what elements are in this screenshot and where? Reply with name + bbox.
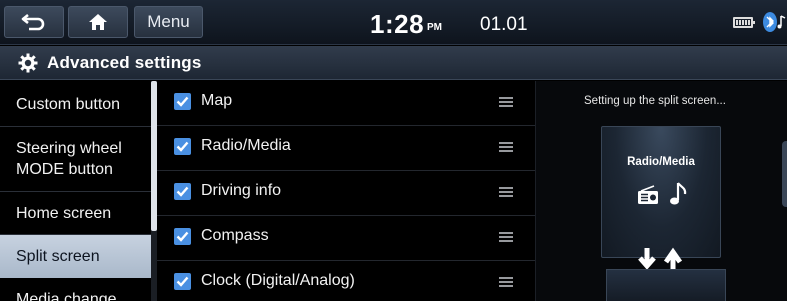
preview-edge-tab[interactable] [782, 141, 787, 207]
home-icon [89, 14, 107, 30]
radio-icon [638, 185, 658, 204]
date-display: 01.01 [480, 14, 528, 35]
gear-icon [18, 53, 38, 73]
page-title: Advanced settings [47, 53, 202, 72]
sidebar-item-media-change[interactable]: Media change [0, 279, 151, 301]
list-item[interactable]: Driving info [157, 171, 535, 215]
sidebar-item-label: Steering wheel MODE button [16, 140, 122, 178]
check-icon [176, 276, 189, 287]
list-item-label: Compass [201, 227, 269, 244]
sidebar: Custom button Steering wheel MODE button… [0, 81, 151, 301]
list-item[interactable]: Radio/Media [157, 126, 535, 170]
check-icon [176, 186, 189, 197]
split-screen-preview: Setting up the split screen... Radio/Med… [535, 81, 787, 301]
drag-handle-icon[interactable] [499, 97, 513, 107]
drag-handle-icon[interactable] [499, 232, 513, 242]
preview-card-radio-media: Radio/Media [601, 126, 721, 258]
sidebar-item-home-screen[interactable]: Home screen [0, 192, 151, 234]
list-item-label: Radio/Media [201, 137, 291, 154]
top-bar: Menu 1:28 PM 01.01 [0, 0, 787, 45]
check-icon [176, 231, 189, 242]
preview-caption: Setting up the split screen... [584, 95, 726, 107]
check-icon [176, 96, 189, 107]
sidebar-item-split-screen[interactable]: Split screen [0, 235, 151, 278]
list-item[interactable]: Compass [157, 216, 535, 260]
back-button[interactable] [4, 6, 64, 38]
checkbox[interactable] [174, 228, 191, 245]
music-note-icon [670, 182, 687, 205]
sidebar-item-label: Home screen [16, 205, 112, 222]
list-item[interactable]: Clock (Digital/Analog) [157, 261, 535, 301]
clock-ampm: PM [427, 22, 442, 33]
sidebar-item-label: Custom button [16, 96, 121, 113]
drag-handle-icon[interactable] [499, 187, 513, 197]
clock-time: 1:28 [370, 9, 425, 39]
sidebar-item-custom-button[interactable]: Custom button [0, 81, 151, 126]
sidebar-item-label: Media change [16, 291, 117, 301]
checkbox[interactable] [174, 183, 191, 200]
home-button[interactable] [68, 6, 128, 38]
preview-card-label: Radio/Media [627, 156, 695, 168]
menu-button[interactable]: Menu [134, 6, 203, 38]
preview-card-secondary [606, 269, 726, 301]
drag-handle-icon[interactable] [499, 142, 513, 152]
battery-icon [733, 17, 755, 28]
checkbox[interactable] [174, 138, 191, 155]
split-screen-list: Map Radio/Media Driving info Compass Clo… [157, 81, 535, 301]
checkbox[interactable] [174, 273, 191, 290]
list-item-label: Map [201, 92, 233, 109]
list-item-label: Driving info [201, 182, 282, 199]
list-item-label: Clock (Digital/Analog) [201, 272, 355, 289]
sidebar-item-label: Split screen [16, 248, 100, 265]
back-arrow-icon [21, 13, 45, 31]
drag-handle-icon[interactable] [499, 277, 513, 287]
sidebar-item-steering-wheel-mode-button[interactable]: Steering wheel MODE button [0, 127, 151, 191]
bluetooth-icon [763, 12, 786, 32]
checkbox[interactable] [174, 93, 191, 110]
title-bar: Advanced settings [0, 46, 787, 80]
check-icon [176, 141, 189, 152]
list-item[interactable]: Map [157, 81, 535, 125]
